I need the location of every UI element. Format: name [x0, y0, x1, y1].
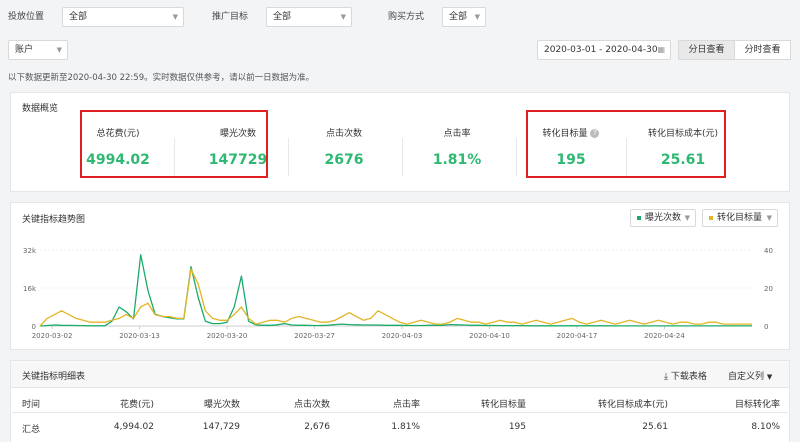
download-label: 下载表格 — [670, 372, 707, 382]
metric-ctr: 点击率 1.81% — [402, 126, 512, 168]
date-range-value: 2020-03-01 - 2020-04-30 — [544, 45, 658, 55]
custom-columns-button[interactable]: 自定义列 ▼ — [728, 369, 772, 382]
col-header-cost[interactable]: 花费(元) — [110, 397, 154, 410]
x-tick-label: 2020-03-27 — [294, 332, 335, 340]
detail-title: 关键指标明细表 — [22, 372, 86, 382]
y-tick-label-left: 0 — [32, 323, 36, 331]
x-tick-label: 2020-03-20 — [207, 332, 248, 340]
col-header-ctr[interactable]: 点击率 — [376, 397, 420, 410]
target-select[interactable]: 全部 ▼ — [266, 7, 352, 27]
col-header-clicks[interactable]: 点击次数 — [286, 397, 330, 410]
target-value: 全部 — [273, 12, 292, 22]
chevron-down-icon: ▼ — [172, 13, 178, 21]
metric-value: 2676 — [324, 152, 364, 168]
chevron-down-icon: ▼ — [340, 13, 346, 21]
summary-cell: 4,994.02 — [113, 422, 154, 432]
legend-swatch — [709, 215, 713, 220]
x-tick-label: 2020-04-17 — [557, 332, 598, 340]
placement-select[interactable]: 全部 ▼ — [62, 7, 184, 27]
summary-cell: 汇总 — [22, 425, 41, 435]
account-value: 账户 — [15, 45, 34, 55]
daily-view-button[interactable]: 分日查看 — [678, 40, 735, 60]
y-tick-label-left: 16k — [23, 285, 37, 293]
legend-swatch — [637, 215, 641, 220]
summary-cell: 25.61 — [642, 422, 668, 432]
metric-clicks: 点击次数 2676 — [289, 126, 399, 168]
x-tick-label: 2020-03-02 — [32, 332, 73, 340]
account-select[interactable]: 账户 ▼ — [8, 40, 68, 60]
y-tick-label-right: 0 — [764, 323, 768, 331]
summary-cell: 147,729 — [202, 422, 240, 432]
calendar-icon: ▦ — [657, 45, 665, 54]
series-line — [39, 254, 752, 327]
buy-select[interactable]: 全部 ▼ — [442, 7, 486, 27]
col-header-impressions[interactable]: 曝光次数 — [196, 397, 240, 410]
highlight-box — [80, 110, 268, 178]
placement-label: 投放位置 — [8, 12, 45, 22]
metric-label: 点击次数 — [325, 129, 362, 139]
download-table-button[interactable]: ⤓ 下载表格 — [664, 369, 707, 382]
legend-label: 曝光次数 — [645, 213, 682, 223]
hourly-view-button[interactable]: 分时查看 — [734, 40, 791, 60]
legend-conversions[interactable]: 转化目标量 ▼ — [702, 209, 778, 227]
chevron-down-icon: ▼ — [684, 214, 690, 222]
y-tick-label-left: 32k — [23, 247, 37, 255]
x-tick-label: 2020-03-13 — [119, 332, 160, 340]
trend-title: 关键指标趋势图 — [22, 215, 86, 225]
chevron-down-icon: ▼ — [766, 373, 773, 381]
date-range-picker[interactable]: 2020-03-01 - 2020-04-30 ▦ — [537, 40, 671, 60]
custom-columns-label: 自定义列 — [728, 372, 765, 382]
series-line — [39, 268, 752, 327]
metric-value: 1.81% — [432, 152, 482, 168]
data-update-notice: 以下数据更新至2020-04-30 22:59。实时数据仅供参考，请以前一日数据… — [8, 73, 315, 83]
col-header-target-rate[interactable]: 目标转化率 — [716, 397, 780, 410]
metric-label: 点击率 — [443, 129, 471, 139]
y-tick-label-right: 40 — [764, 247, 773, 255]
col-header-time[interactable]: 时间 — [22, 397, 40, 410]
download-icon: ⤓ — [664, 372, 668, 382]
placement-value: 全部 — [69, 12, 88, 22]
chevron-down-icon: ▼ — [56, 46, 62, 54]
col-header-conversion-cost[interactable]: 转化目标成本(元) — [588, 397, 668, 410]
legend-label: 转化目标量 — [717, 213, 763, 223]
x-tick-label: 2020-04-10 — [469, 332, 510, 340]
y-tick-label-right: 20 — [764, 285, 773, 293]
divider — [10, 412, 790, 413]
trend-chart: 32k16k0402002020-03-02 2020-03-13 2020-03-… — [23, 247, 773, 340]
highlight-box — [526, 110, 726, 178]
summary-cell: 2,676 — [304, 422, 330, 432]
overview-title: 数据概览 — [22, 104, 59, 114]
summary-cell: 1.81% — [391, 422, 420, 432]
chevron-down-icon: ▼ — [474, 13, 480, 21]
col-header-conversions[interactable]: 转化目标量 — [466, 397, 526, 410]
legend-impressions[interactable]: 曝光次数 ▼ — [630, 209, 696, 227]
chevron-down-icon: ▼ — [766, 214, 772, 222]
target-label: 推广目标 — [212, 12, 249, 22]
x-tick-label: 2020-04-24 — [644, 332, 685, 340]
buy-value: 全部 — [449, 12, 468, 22]
buy-label: 购买方式 — [388, 12, 425, 22]
summary-cell: 195 — [508, 422, 526, 432]
summary-cell: 8.10% — [751, 422, 780, 432]
x-tick-label: 2020-04-03 — [382, 332, 423, 340]
